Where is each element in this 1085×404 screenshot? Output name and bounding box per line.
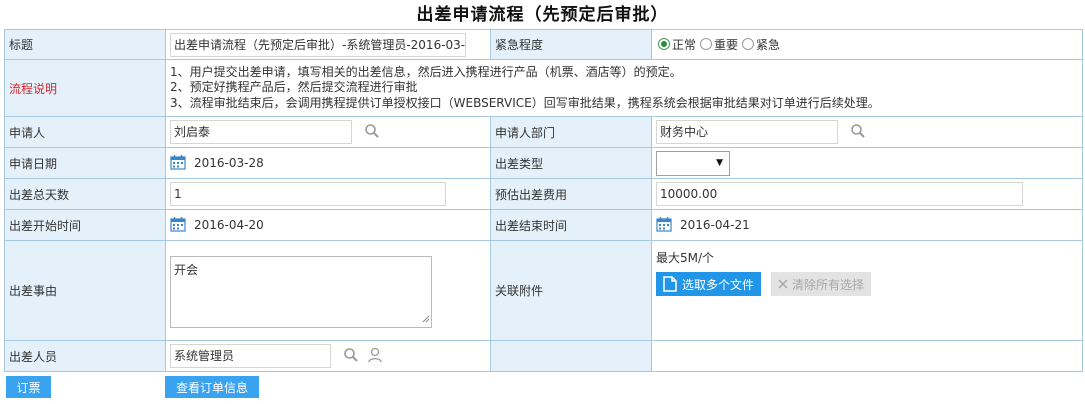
attach-size-note: 最大5M/个 xyxy=(656,251,715,265)
calendar-icon[interactable] xyxy=(656,216,672,235)
urgency-label: 紧急程度 xyxy=(490,29,652,60)
end-date-value[interactable]: 2016-04-21 xyxy=(680,218,750,232)
dropdown-arrow-icon: ▼ xyxy=(716,158,723,168)
urgency-radio-normal[interactable] xyxy=(658,38,670,51)
apply-date-value[interactable]: 2016-03-28 xyxy=(194,156,264,170)
book-ticket-button[interactable]: 订票 xyxy=(6,376,51,398)
select-files-button[interactable]: 选取多个文件 xyxy=(656,272,762,296)
traveler-field[interactable]: 系统管理员 xyxy=(170,344,331,368)
select-files-label: 选取多个文件 xyxy=(682,277,755,292)
process-step-1: 1、用户提交出差申请，填写相关的出差信息，然后进入携程进行产品（机票、酒店等）的… xyxy=(170,64,682,79)
title-field[interactable]: 出差申请流程（先预定后审批）-系统管理员-2016-03- xyxy=(170,32,466,57)
process-label: 流程说明 xyxy=(4,59,166,117)
process-step-3: 3、流程审批结束后，会调用携程提供订单授权接口（WEBSERVICE）回写审批结… xyxy=(170,95,880,110)
urgency-radio-urgent[interactable] xyxy=(742,38,755,51)
urgency-radio-group: 正常 重要 紧急 xyxy=(656,36,782,53)
reason-textarea[interactable]: 开会 xyxy=(170,255,432,328)
trip-type-label: 出差类型 xyxy=(490,147,652,179)
clear-selection-button[interactable]: 清除所有选择 xyxy=(771,272,872,296)
applicant-field[interactable]: 刘启泰 xyxy=(170,120,352,144)
urgency-option-normal: 正常 xyxy=(672,37,697,52)
apply-date-label: 申请日期 xyxy=(4,147,166,179)
dept-label: 申请人部门 xyxy=(490,116,652,148)
traveler-label: 出差人员 xyxy=(4,340,166,372)
reason-text: 开会 xyxy=(174,262,199,277)
title-label: 标题 xyxy=(4,29,166,60)
cost-field[interactable]: 10000.00 xyxy=(656,182,1023,206)
page-title: 出差申请流程（先预定后审批） xyxy=(416,5,669,25)
trip-type-select[interactable]: ▼ xyxy=(656,150,730,176)
cost-label: 预估出差费用 xyxy=(490,178,652,210)
file-icon xyxy=(663,276,677,292)
search-icon[interactable] xyxy=(343,347,359,366)
days-field[interactable]: 1 xyxy=(170,182,446,206)
view-orders-button[interactable]: 查看订单信息 xyxy=(165,376,259,398)
process-description: 1、用户提交出差申请，填写相关的出差信息，然后进入携程进行产品（机票、酒店等）的… xyxy=(165,59,1083,117)
days-label: 出差总天数 xyxy=(4,178,166,210)
dept-field[interactable]: 财务中心 xyxy=(656,120,838,144)
urgency-option-important: 重要 xyxy=(714,37,739,52)
search-icon[interactable] xyxy=(850,123,866,142)
calendar-icon[interactable] xyxy=(170,216,186,235)
urgency-radio-important[interactable] xyxy=(700,38,713,51)
resize-grip-icon[interactable] xyxy=(422,312,430,326)
end-label: 出差结束时间 xyxy=(490,209,652,241)
start-date-value[interactable]: 2016-04-20 xyxy=(194,218,264,232)
start-label: 出差开始时间 xyxy=(4,209,166,241)
clear-selection-label: 清除所有选择 xyxy=(792,277,865,292)
urgency-option-urgent: 紧急 xyxy=(756,37,781,52)
close-icon xyxy=(778,279,788,289)
search-icon[interactable] xyxy=(364,123,380,142)
applicant-label: 申请人 xyxy=(4,116,166,148)
reason-label: 出差事由 xyxy=(4,240,166,341)
person-icon[interactable] xyxy=(367,347,383,366)
empty-label-cell xyxy=(490,340,652,372)
empty-value-cell xyxy=(651,340,1083,372)
calendar-icon[interactable] xyxy=(170,154,186,173)
travel-request-form: 标题 出差申请流程（先预定后审批）-系统管理员-2016-03- 紧急程度 正常… xyxy=(4,29,1083,372)
attach-label: 关联附件 xyxy=(490,240,652,341)
process-step-2: 2、预定好携程产品后，然后提交流程进行审批 xyxy=(170,80,418,95)
